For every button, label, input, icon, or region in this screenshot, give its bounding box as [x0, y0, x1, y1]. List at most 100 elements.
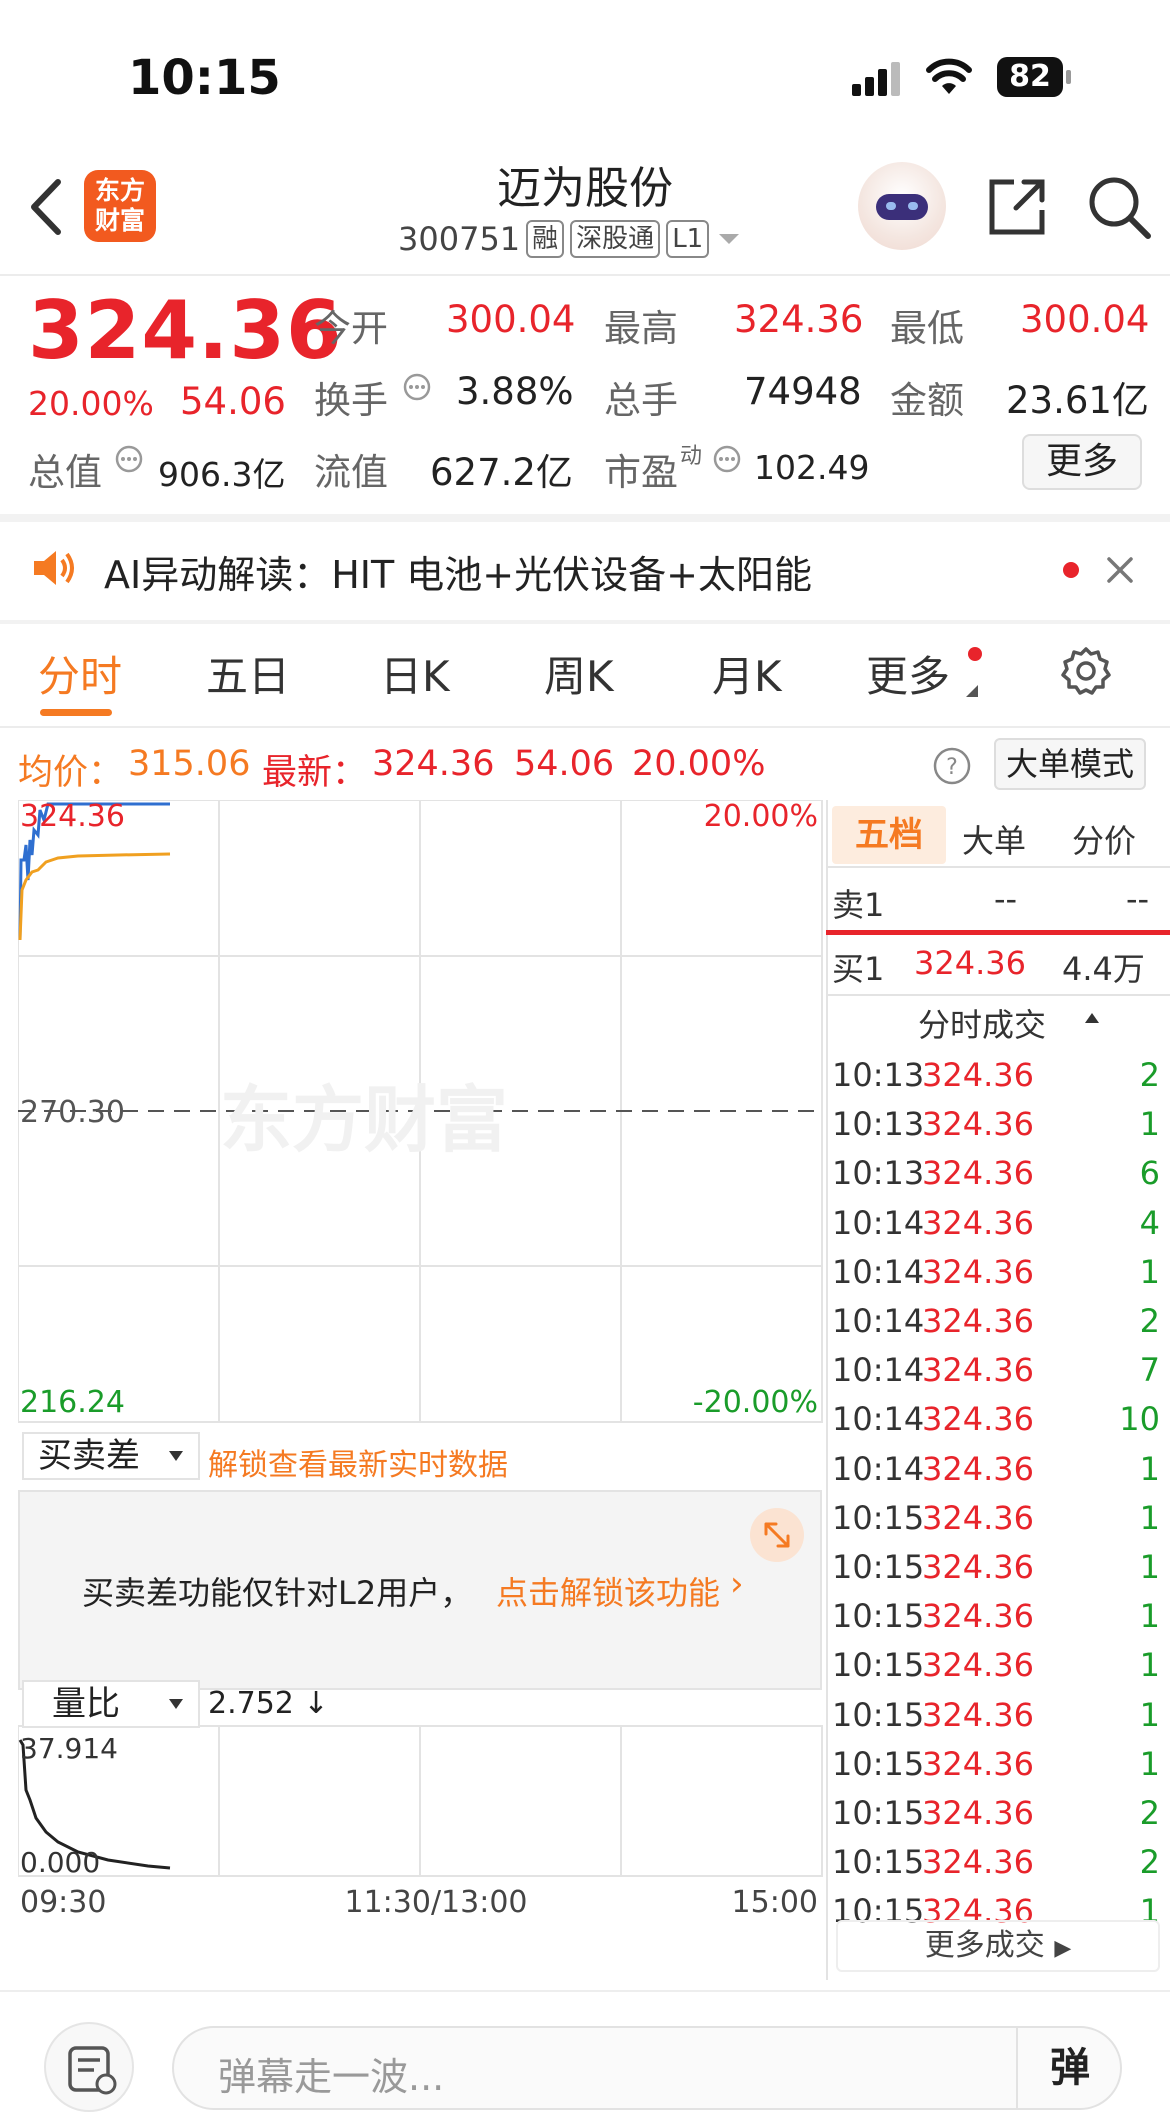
sell1-volume: -- [1126, 880, 1150, 918]
price-separator [826, 930, 1170, 935]
trade-row: 10:15 324.36 1 [826, 1638, 1170, 1687]
info-icon[interactable] [114, 444, 144, 474]
more-trades-button[interactable]: 更多成交 ▶ [836, 1920, 1160, 1972]
wifi-icon [926, 58, 972, 94]
pe-value: 102.49 [754, 448, 870, 487]
trade-volume: 1 [1139, 1498, 1160, 1537]
intraday-summary: 均价： 315.06 最新： 324.36 54.06 20.00% ? 大单模… [0, 730, 1170, 800]
tab-daily-k[interactable]: 日K [380, 643, 450, 704]
trade-time: 10:14 [832, 1449, 925, 1488]
close-icon[interactable] [1106, 556, 1134, 584]
trade-row: 10:13 324.36 6 [826, 1146, 1170, 1195]
latest-pct: 20.00% [632, 744, 766, 784]
intraday-chart[interactable]: 东方财富 324.36 20.00% 270.30 216.24 -20.00%… [17, 799, 823, 1990]
comment-settings-icon[interactable] [44, 2022, 134, 2112]
trade-volume: 2 [1139, 1843, 1160, 1882]
share-icon[interactable] [986, 176, 1048, 238]
trade-time: 10:15 [832, 1597, 925, 1636]
high-value: 324.36 [734, 298, 864, 341]
trades-title[interactable]: 分时成交 [918, 1000, 1046, 1046]
trade-row: 10:15 324.36 2 [826, 1835, 1170, 1884]
amount-value: 23.61亿 [1006, 379, 1149, 422]
expand-icon[interactable] [750, 1508, 804, 1562]
danmu-input[interactable]: 弹幕走一波... 弹 [172, 2026, 1122, 2110]
settings-icon[interactable] [1060, 645, 1112, 697]
trade-volume: 7 [1139, 1351, 1160, 1390]
volratio-value: 2.752 ↓ [208, 1686, 329, 1721]
high-label: 最高 [604, 307, 678, 350]
trade-price: 324.36 [922, 1843, 1034, 1882]
trade-price: 324.36 [922, 1449, 1034, 1488]
open-label: 今开 [314, 307, 388, 350]
trade-time: 10:15 [832, 1646, 925, 1685]
active-tab-underline [40, 709, 112, 716]
trade-volume: 10 [1119, 1400, 1160, 1439]
tab-five-day[interactable]: 五日 [206, 643, 290, 704]
volratio-top: 37.914 [20, 1732, 118, 1765]
big-order-mode-button[interactable]: 大单模式 [994, 738, 1146, 790]
tab-monthly-k[interactable]: 月K [712, 643, 782, 704]
trade-time: 10:14 [832, 1203, 925, 1242]
period-tabs: 分时 五日 日K 周K 月K 更多 [0, 625, 1170, 725]
more-quote-button[interactable]: 更多 [1022, 434, 1142, 490]
help-icon[interactable]: ? [932, 746, 972, 786]
trade-time: 10:14 [832, 1351, 925, 1390]
float-value: 627.2亿 [430, 451, 573, 494]
orderbook-tabs: 五档 大单 分价 [826, 802, 1170, 868]
tab-weekly-k[interactable]: 周K [544, 643, 614, 704]
trade-price: 324.36 [922, 1400, 1034, 1439]
stock-code-row[interactable]: 300751 融 深股通 L1 [398, 220, 743, 258]
axis-mid-price: 270.30 [20, 1095, 125, 1130]
trade-price: 324.36 [922, 1695, 1034, 1734]
trade-price: 324.36 [922, 1351, 1034, 1390]
tag-connect: 深股通 [570, 220, 661, 258]
trade-time: 10:15 [832, 1695, 925, 1734]
trade-time: 10:13 [832, 1154, 925, 1193]
trade-volume: 1 [1139, 1646, 1160, 1685]
status-bar: 10:15 82 [0, 0, 1170, 140]
info-icon[interactable] [402, 372, 432, 402]
trade-time: 10:15 [832, 1744, 925, 1783]
trade-price: 324.36 [922, 1744, 1034, 1783]
trade-volume: 6 [1139, 1154, 1160, 1193]
ai-insight-text: AI异动解读：HIT 电池+光伏设备+太阳能 [104, 553, 812, 597]
tab-level5[interactable]: 五档 [832, 806, 946, 864]
danmu-toggle-button[interactable]: 弹 [1016, 2028, 1122, 2108]
tag-margin: 融 [526, 220, 565, 258]
speaker-icon [34, 551, 74, 585]
info-icon[interactable] [712, 444, 742, 474]
low-label: 最低 [890, 307, 964, 350]
tab-intraday[interactable]: 分时 [38, 643, 122, 704]
more-trades-label: 更多成交 [924, 1928, 1045, 1963]
avg-value: 315.06 [128, 744, 251, 784]
trade-row: 10:13 324.36 1 [826, 1097, 1170, 1146]
trade-volume: 2 [1139, 1302, 1160, 1340]
corner-triangle-icon [966, 685, 978, 697]
tab-price-dist[interactable]: 分价 [1072, 816, 1136, 862]
volratio-bottom: 0.000 [20, 1846, 100, 1879]
spread-unlock-link[interactable]: 点击解锁该功能 [496, 1568, 720, 1614]
last-price: 324.36 [28, 284, 343, 377]
trade-price: 324.36 [922, 1056, 1034, 1094]
trade-price: 324.36 [922, 1498, 1034, 1537]
unlock-hint-link[interactable]: 解锁查看最新实时数据 [208, 1440, 508, 1484]
robot-avatar-icon[interactable] [858, 162, 946, 250]
tab-more[interactable]: 更多 [866, 643, 950, 704]
trade-time: 10:15 [832, 1548, 925, 1586]
trade-row: 10:14 324.36 1 [826, 1442, 1170, 1491]
open-value: 300.04 [446, 298, 576, 341]
volume-label: 总手 [604, 379, 678, 422]
indicator-select[interactable]: 量比 [22, 1680, 200, 1728]
spread-select[interactable]: 买卖差 [22, 1432, 200, 1480]
trade-time: 10:13 [832, 1056, 925, 1094]
ai-insight-bar[interactable]: AI异动解读：HIT 电池+光伏设备+太阳能 [0, 520, 1170, 620]
chevron-right-icon: › [730, 1564, 744, 1604]
more-badge-dot [968, 647, 982, 661]
battery-tip [1066, 70, 1071, 84]
trade-volume: 1 [1139, 1252, 1160, 1291]
search-icon[interactable] [1086, 174, 1152, 240]
trade-volume: 1 [1139, 1744, 1160, 1783]
trade-price: 324.36 [922, 1203, 1034, 1242]
trade-row: 10:14 324.36 10 [826, 1392, 1170, 1441]
tab-big-order[interactable]: 大单 [962, 816, 1026, 862]
